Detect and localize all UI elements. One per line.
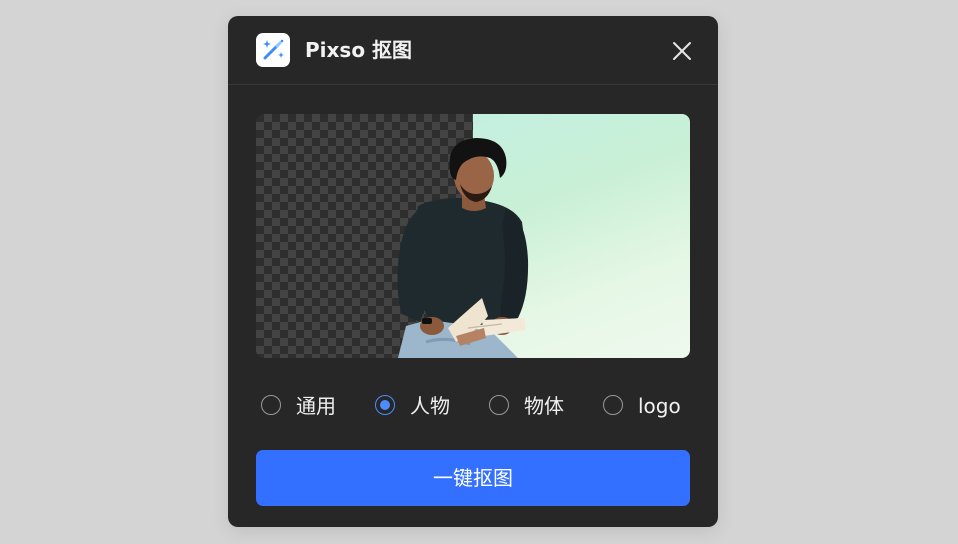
cutout-mode-radio-group: 通用 人物 物体 logo (256, 388, 690, 424)
dialog-header: Pixso 抠图 (228, 16, 718, 85)
radio-button-selected[interactable] (375, 395, 395, 415)
radio-button[interactable] (603, 395, 623, 415)
radio-button[interactable] (261, 395, 281, 415)
cutout-preview-image (256, 114, 690, 358)
radio-label: 物体 (524, 394, 564, 418)
close-button[interactable] (669, 38, 695, 64)
radio-option-person[interactable]: 人物 (370, 388, 460, 424)
radio-label: logo (638, 394, 681, 418)
magic-wand-icon (256, 33, 290, 67)
radio-option-logo[interactable]: logo (598, 388, 690, 424)
dialog-title: Pixso 抠图 (305, 38, 413, 62)
radio-label: 通用 (296, 394, 336, 418)
person-reading-illustration (397, 138, 529, 358)
radio-label: 人物 (410, 394, 450, 418)
radio-option-general[interactable]: 通用 (256, 388, 346, 424)
radio-button[interactable] (489, 395, 509, 415)
one-click-cutout-button[interactable]: 一键抠图 (256, 450, 690, 506)
cutout-dialog: Pixso 抠图 通用 人物 物体 logo 一键抠图 (228, 16, 718, 527)
radio-option-object[interactable]: 物体 (484, 388, 574, 424)
close-icon (673, 42, 691, 60)
